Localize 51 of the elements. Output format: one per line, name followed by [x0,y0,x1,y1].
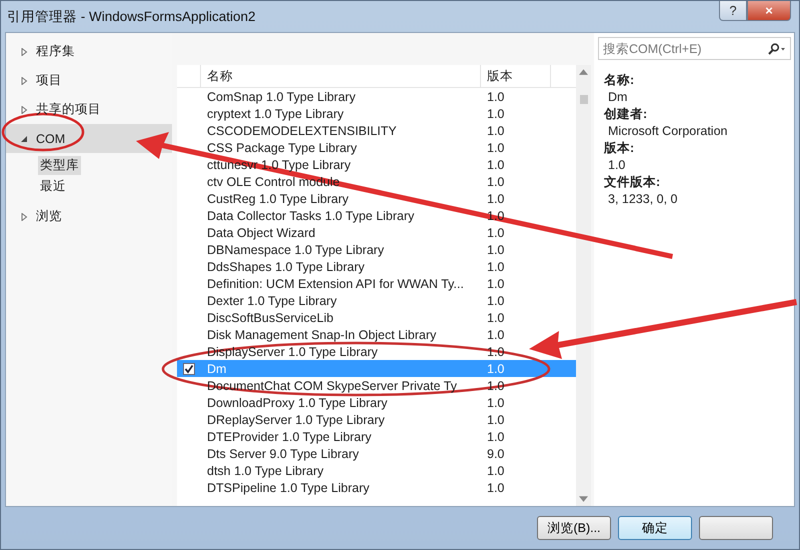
list-row[interactable]: DiscSoftBusServiceLib 1.0 [177,309,576,326]
list-row[interactable]: DdsShapes 1.0 Type Library 1.0 [177,258,576,275]
expand-icon[interactable] [20,76,28,84]
sidebar-item[interactable]: 项目 [6,66,172,95]
list-row[interactable]: DReplayServer 1.0 Type Library 1.0 [177,411,576,428]
expand-icon[interactable] [20,106,28,114]
column-header[interactable]: 版本 [481,65,551,87]
list-row[interactable]: DTSPipeline 1.0 Type Library 1.0 [177,479,576,496]
expand-icon[interactable] [20,212,28,220]
dialog-button[interactable] [699,516,773,540]
dialog-button[interactable]: 确定 [618,516,692,540]
dialog-button[interactable]: 浏览(B)... [537,516,611,540]
list-row[interactable]: dtsh 1.0 Type Library 1.0 [177,462,576,479]
scroll-down-icon[interactable] [579,496,588,502]
collapse-icon[interactable] [20,134,28,142]
search-icon[interactable] [768,43,786,55]
expand-icon[interactable] [20,48,28,56]
detail-label: 版本: [604,140,634,157]
detail-label: 文件版本: [604,174,660,191]
checkbox[interactable] [183,362,195,374]
detail-value: Dm [607,89,628,106]
sidebar-item[interactable]: 程序集 [6,37,172,66]
scrollbar-thumb[interactable] [580,95,588,104]
list-row[interactable]: Disk Management Snap-In Object Library 1.0 [177,326,576,343]
sidebar-subitem[interactable]: 类型库 [38,156,81,175]
detail-label: 名称: [604,72,634,89]
list-row[interactable]: DownloadProxy 1.0 Type Library 1.0 [177,394,576,411]
detail-value: 1.0 [607,157,626,174]
help-button[interactable]: ? [719,1,747,21]
scrollbar[interactable] [576,65,591,506]
detail-label: 创建者: [604,106,648,123]
list-row[interactable]: ComSnap 1.0 Type Library 1.0 [177,88,576,105]
scroll-up-icon[interactable] [579,69,588,75]
list-row[interactable]: cryptext 1.0 Type Library 1.0 [177,105,576,122]
list-row[interactable]: CSCODEMODELEXTENSIBILITY 1.0 [177,122,576,139]
list-row[interactable]: CustReg 1.0 Type Library 1.0 [177,190,576,207]
detail-value: 3, 1233, 0, 0 [607,191,678,208]
detail-value: Microsoft Corporation [607,123,728,140]
list-row[interactable]: Dexter 1.0 Type Library 1.0 [177,292,576,309]
window-title: 引用管理器 - WindowsFormsApplication2 [7,8,256,26]
list-row[interactable]: CSS Package Type Library 1.0 [177,139,576,156]
column-header[interactable]: 名称 [201,65,481,87]
sidebar-subitem[interactable]: 最近 [38,177,68,196]
list-row[interactable]: Dts Server 9.0 Type Library 9.0 [177,445,576,462]
list-row[interactable]: DTEProvider 1.0 Type Library 1.0 [177,428,576,445]
list-row[interactable]: Definition: UCM Extension API for WWAN Ty... 1.0 [177,275,576,292]
sidebar-item[interactable]: 共享的项目 [6,95,172,124]
search-field[interactable]: 搜索COM(Ctrl+E) [598,37,791,60]
list-row[interactable]: DBNamespace 1.0 Type Library 1.0 [177,241,576,258]
sidebar-item[interactable]: 浏览 [6,202,172,231]
list-row[interactable]: Data Object Wizard 1.0 [177,224,576,241]
